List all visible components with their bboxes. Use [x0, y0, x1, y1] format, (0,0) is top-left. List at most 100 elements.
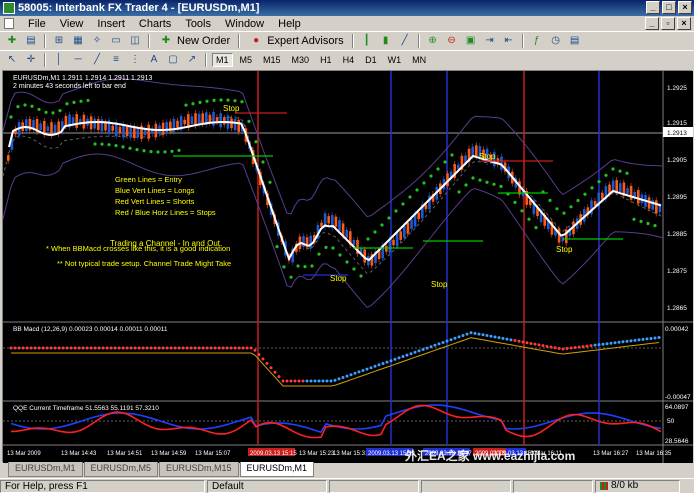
data-window-icon[interactable]: ▦ [70, 33, 86, 48]
new-order-button[interactable]: ✚ New Order [155, 33, 233, 48]
timeframe-m15[interactable]: M15 [259, 53, 285, 67]
candle-body [655, 200, 658, 214]
bbmacd-dot [81, 346, 85, 350]
menu-insert[interactable]: Insert [97, 18, 125, 30]
market-watch-icon[interactable]: ⊞ [51, 33, 67, 48]
bbmacd-header: BB Macd (12,26,9) 0.00023 0.00014 0.0001… [13, 326, 168, 333]
profiles-icon[interactable]: ▤ [23, 33, 39, 48]
bbmacd-dot [129, 346, 133, 350]
templates-icon[interactable]: ▤ [567, 33, 583, 48]
parabolic-sar-dot [618, 169, 622, 173]
time-tick: 13 Mar 2009 [7, 451, 41, 457]
bbmacd-dot [537, 343, 541, 347]
parabolic-sar-dot [240, 100, 244, 104]
bbmacd-dot [413, 350, 417, 354]
candlestick-icon[interactable]: ▮ [378, 33, 394, 48]
fibonacci-icon[interactable]: ⋮ [127, 52, 143, 67]
bbmacd-dot [77, 346, 81, 350]
zoom-in-icon[interactable]: ⊕ [425, 33, 441, 48]
bbmacd-dot [21, 346, 25, 350]
parabolic-sar-dot [121, 145, 125, 149]
autoscroll-icon[interactable]: ⇥ [482, 33, 498, 48]
indicators-icon[interactable]: ƒ [529, 33, 545, 48]
candle-body [100, 119, 104, 132]
periods-icon[interactable]: ◷ [548, 33, 564, 48]
mdi-minimize-button[interactable]: _ [645, 17, 659, 30]
zoom-out-icon[interactable]: ⊖ [444, 33, 460, 48]
timeframe-m1[interactable]: M1 [212, 52, 233, 67]
chart-canvas[interactable]: EURUSDm,M1 1.2911 1.2914 1.2911 1.2913 2… [2, 71, 693, 463]
expert-advisors-icon: ● [253, 35, 260, 46]
menu-window[interactable]: Window [225, 18, 264, 30]
bbmacd-dot [65, 346, 69, 350]
candle-body [215, 117, 219, 122]
menu-file[interactable]: File [28, 18, 46, 30]
menu-help[interactable]: Help [278, 18, 301, 30]
channel-icon[interactable]: ≡ [108, 52, 124, 67]
vertical-line-icon[interactable]: │ [51, 52, 67, 67]
candle-body [658, 205, 662, 212]
expert-advisors-button[interactable]: ● Expert Advisors [245, 33, 346, 48]
bar-chart-icon[interactable]: ┃ [359, 33, 375, 48]
bbmacd-dot [113, 346, 117, 350]
timeframe-w1[interactable]: W1 [384, 53, 406, 67]
bbmacd-dot [333, 378, 337, 382]
bbmacd-dot [441, 341, 445, 344]
minimize-button[interactable]: _ [646, 1, 660, 14]
bbmacd-dot [53, 346, 57, 350]
timeframe-h1[interactable]: H1 [316, 53, 336, 67]
chart-tab[interactable]: EURUSDm,M5 [83, 462, 159, 477]
new-chart-icon[interactable]: ✚ [4, 33, 20, 48]
bbmacd-dot [49, 346, 53, 350]
parabolic-sar-dot [653, 224, 657, 228]
maximize-button[interactable]: □ [662, 1, 676, 14]
mdi-restore-button[interactable]: ▫ [661, 17, 675, 30]
bbmacd-dot [25, 346, 29, 350]
tester-icon[interactable]: ◫ [127, 33, 143, 48]
price-tick: 1.2925 [667, 85, 687, 92]
bbmacd-dot [625, 339, 629, 343]
menu-tools[interactable]: Tools [185, 18, 211, 30]
text-icon[interactable]: A [146, 52, 162, 67]
parabolic-sar-dot [184, 103, 188, 107]
mdi-close-button[interactable]: × [677, 17, 691, 30]
status-bar: For Help, press F1 Default 8/0 kb [0, 478, 694, 493]
bbmacd-dot [121, 346, 125, 350]
close-button[interactable]: × [678, 1, 692, 14]
connection-status[interactable]: 8/0 kb [595, 479, 680, 493]
parabolic-sar-dot [534, 226, 538, 230]
chart-tab-active[interactable]: EURUSDm,M1 [239, 462, 315, 477]
timeframe-h4[interactable]: H4 [339, 53, 359, 67]
parabolic-sar-dot [177, 148, 181, 152]
menu-charts[interactable]: Charts [139, 18, 171, 30]
arrows-icon[interactable]: ↗ [184, 52, 200, 67]
candle-body [629, 185, 633, 200]
chart-shift-icon[interactable]: ⇤ [501, 33, 517, 48]
horizontal-line-icon[interactable]: ─ [70, 52, 86, 67]
bbmacd-dot [585, 344, 589, 348]
tile-windows-icon[interactable]: ▣ [463, 33, 479, 48]
line-chart-icon[interactable]: ╱ [397, 33, 413, 48]
cursor-icon[interactable]: ↖ [4, 52, 20, 67]
bbmacd-dot [269, 366, 273, 370]
label-icon[interactable]: ▢ [165, 52, 181, 67]
crosshair-icon[interactable]: ✛ [23, 52, 39, 67]
bbmacd-dot [257, 353, 261, 357]
trendline-icon[interactable]: ╱ [89, 52, 105, 67]
chart-tab[interactable]: EURUSDm,M15 [159, 462, 239, 477]
bbmacd-dot [301, 379, 305, 383]
timeframe-m5[interactable]: M5 [236, 53, 257, 67]
timeframe-mn[interactable]: MN [408, 53, 430, 67]
document-icon[interactable] [4, 18, 14, 29]
app-icon [3, 2, 15, 14]
timeframe-d1[interactable]: D1 [361, 53, 381, 67]
menu-view[interactable]: View [60, 18, 84, 30]
candle-body [7, 155, 10, 161]
terminal-icon[interactable]: ▭ [108, 33, 124, 48]
chart-window[interactable]: EURUSDm,M1 1.2911 1.2914 1.2911 1.2913 2… [2, 70, 693, 463]
navigator-icon[interactable]: ✧ [89, 33, 105, 48]
parabolic-sar-dot [170, 149, 174, 153]
parabolic-sar-dot [16, 105, 20, 109]
timeframe-m30[interactable]: M30 [288, 53, 314, 67]
chart-tab[interactable]: EURUSDm,M1 [8, 462, 83, 477]
